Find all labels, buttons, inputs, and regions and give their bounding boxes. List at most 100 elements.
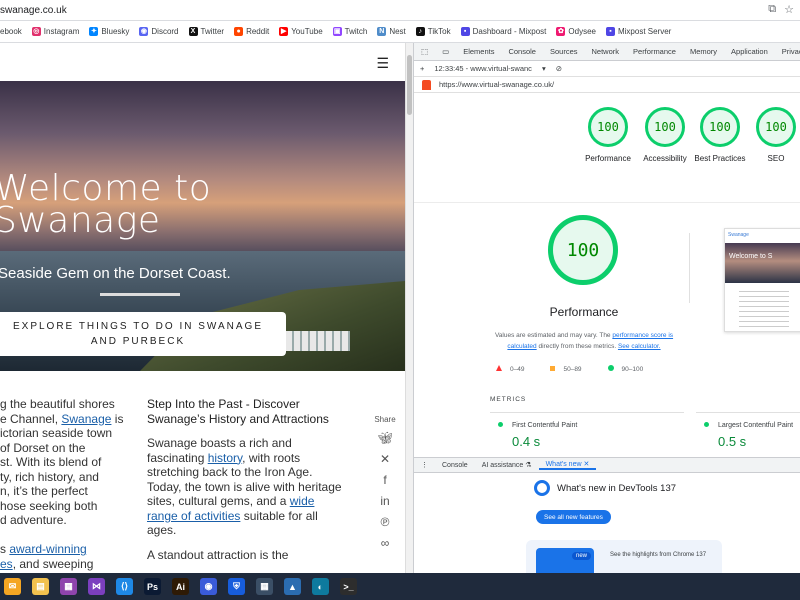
bookmark-mixpost-server[interactable]: ▪ Mixpost Server	[605, 27, 671, 36]
clear-icon[interactable]: ⊘	[556, 64, 562, 73]
taskbar-chat-icon[interactable]: ◉	[200, 578, 217, 595]
intro-text: hose seeking both	[0, 498, 98, 513]
tab-console[interactable]: Console	[435, 462, 475, 469]
bookmark-label: Reddit	[246, 27, 270, 36]
see-all-features-button[interactable]: See all new features	[536, 510, 611, 524]
bookmark-star-icon[interactable]: ☆	[784, 3, 794, 16]
drawer-menu-icon[interactable]: ⋮	[414, 461, 435, 469]
report-url[interactable]: https://www.virtual-swanage.co.uk/	[439, 80, 554, 89]
tab-elements[interactable]: Elements	[456, 47, 501, 56]
metric-fcp: First Contentful Paint 0.4 s	[498, 422, 577, 449]
lighthouse-url-row: https://www.virtual-swanage.co.uk/	[414, 77, 800, 93]
bookmark-twitter[interactable]: X Twitter	[188, 27, 225, 36]
page-screenshot-thumbnail[interactable]: Swanage Welcome to S	[724, 228, 800, 332]
metrics-heading: METRICS	[490, 396, 527, 403]
device-toolbar-icon[interactable]: ▭	[435, 47, 456, 56]
address-bar[interactable]: swanage.co.uk ⧉ ☆	[0, 0, 800, 21]
taskbar-app3-icon[interactable]: ▦	[60, 578, 77, 595]
chevron-down-icon[interactable]: ▾	[542, 64, 546, 73]
legend-pass: 90–100	[607, 365, 643, 373]
bookmark-nest[interactable]: N Nest	[377, 27, 406, 36]
taskbar-files-icon[interactable]: ▤	[32, 578, 49, 595]
taskbar-visual-studio-icon[interactable]: ⋈	[88, 578, 105, 595]
taskbar-terminal-icon[interactable]: >_	[340, 578, 357, 595]
taskbar-photoshop-icon[interactable]: Ps	[144, 578, 161, 595]
taskbar-app11-icon[interactable]: ▲	[284, 578, 301, 595]
x-share-icon[interactable]: ✕	[380, 453, 390, 466]
bookmark-instagram[interactable]: ◎ Instagram	[31, 27, 79, 36]
linkedin-share-icon[interactable]: in	[380, 495, 389, 508]
metric-lcp: Largest Contentful Paint 0.5 s	[704, 422, 793, 449]
tab-sources[interactable]: Sources	[543, 47, 585, 56]
taskbar-illustrator-icon[interactable]: Ai	[172, 578, 189, 595]
bookmark-odysee[interactable]: ✿ Odysee	[556, 27, 596, 36]
copy-link-icon[interactable]: ∞	[381, 537, 390, 550]
bookmark-youtube[interactable]: ▶ YouTube	[279, 27, 323, 36]
bookmark-label: Discord	[151, 27, 179, 36]
bookmark-bluesky[interactable]: ✦ Bluesky	[89, 27, 129, 36]
pinterest-share-icon[interactable]: ℗	[381, 516, 390, 529]
gauge-performance[interactable]: 100 Performance	[578, 107, 638, 163]
twitch-icon: ▣	[332, 27, 342, 36]
intro-text: , and sweeping	[12, 556, 94, 571]
bookmark-twitch[interactable]: ▣ Twitch	[332, 27, 367, 36]
highlights-card[interactable]: new See the highlights from Chrome 137	[526, 540, 722, 573]
bluesky-share-icon[interactable]: 🦋︎	[377, 432, 392, 445]
metrics-divider	[696, 412, 800, 413]
website-scrollbar[interactable]	[405, 43, 413, 573]
close-icon[interactable]: ✕	[583, 461, 589, 468]
tab-performance[interactable]: Performance	[626, 47, 683, 56]
bookmark-tiktok[interactable]: ♪ TikTok	[415, 27, 451, 36]
bookmark-discord[interactable]: ◉ Discord	[139, 27, 179, 36]
cast-icon[interactable]: ⧉	[768, 3, 776, 16]
gauge-accessibility[interactable]: 100 Accessibility	[635, 107, 695, 163]
bookmark-label: Twitter	[200, 27, 225, 36]
tab-ai-assistance[interactable]: AI assistance ⚗	[475, 461, 539, 469]
scrollbar-thumb[interactable]	[407, 55, 412, 115]
bookmark-ebook[interactable]: ebook	[0, 27, 22, 36]
tab-application[interactable]: Application	[724, 47, 775, 56]
bookmark-reddit[interactable]: ● Reddit	[234, 27, 269, 36]
pass-circle-icon	[607, 365, 614, 371]
thumbnail-text-lines	[739, 291, 789, 327]
menu-icon[interactable]: ☰	[376, 55, 389, 72]
history-paragraph: Swanage boasts a rich and fascinating hi…	[147, 436, 342, 538]
bookmark-label: YouTube	[291, 27, 323, 36]
score-legend: 0–49 50–89 90–100	[496, 365, 643, 373]
taskbar-calculator-icon[interactable]: ▦	[256, 578, 273, 595]
taskbar-edge-icon[interactable]: ◐	[312, 578, 329, 595]
inspect-icon[interactable]: ⬚	[414, 47, 435, 56]
report-selector[interactable]: 12:33:45 - www.virtual-swanc	[434, 64, 532, 73]
taskbar-vscode-icon[interactable]: ⟨⟩	[116, 578, 133, 595]
tab-memory[interactable]: Memory	[683, 47, 724, 56]
hero-subtitle: Seaside Gem on the Dorset Coast.	[0, 265, 231, 282]
performance-note: Values are estimated and may vary. The p…	[486, 330, 682, 352]
history-link[interactable]: history	[208, 451, 242, 465]
new-report-icon[interactable]: +	[420, 64, 424, 73]
taskbar-mail-icon[interactable]: ✉	[4, 578, 21, 595]
intro-text: e Channel,	[0, 411, 62, 426]
award-winning-link[interactable]: award-winning	[9, 542, 86, 556]
flask-icon: ⚗	[525, 462, 532, 469]
swanage-link[interactable]: Swanage	[61, 412, 111, 426]
tab-network[interactable]: Network	[585, 47, 627, 56]
facebook-share-icon[interactable]: f	[383, 474, 386, 487]
explore-button[interactable]: EXPLORE THINGS TO DO IN SWANAGE AND PURB…	[0, 312, 286, 356]
beaches-link[interactable]: es	[0, 557, 13, 571]
bookmarks-bar: ebook ◎ Instagram ✦ Bluesky ◉ Discord X Twitter ●…	[0, 21, 800, 43]
tab-whats-new[interactable]: What's new ✕	[538, 460, 597, 470]
gauge-seo[interactable]: 100 SEO	[746, 107, 800, 163]
performance-summary: 100 Performance Values are estimated and…	[414, 193, 714, 433]
url-text[interactable]: swanage.co.uk	[0, 5, 67, 16]
attraction-paragraph: A standout attraction is the	[147, 547, 289, 562]
tab-console[interactable]: Console	[501, 47, 543, 56]
lcp-label: Largest Contentful Paint	[718, 422, 794, 429]
lighthouse-icon	[422, 79, 431, 90]
metrics-divider	[490, 412, 684, 413]
bookmark-dashboard-mixpost[interactable]: ▪ Dashboard - Mixpost	[460, 27, 546, 36]
calculator-link[interactable]: See calculator.	[618, 343, 661, 350]
tab-privacy-and-secu[interactable]: Privacy and secu	[775, 47, 800, 56]
youtube-icon: ▶	[279, 27, 289, 36]
gauge-best-practices[interactable]: 100 Best Practices	[690, 107, 750, 163]
taskbar-bitwarden-icon[interactable]: ⛨	[228, 578, 245, 595]
